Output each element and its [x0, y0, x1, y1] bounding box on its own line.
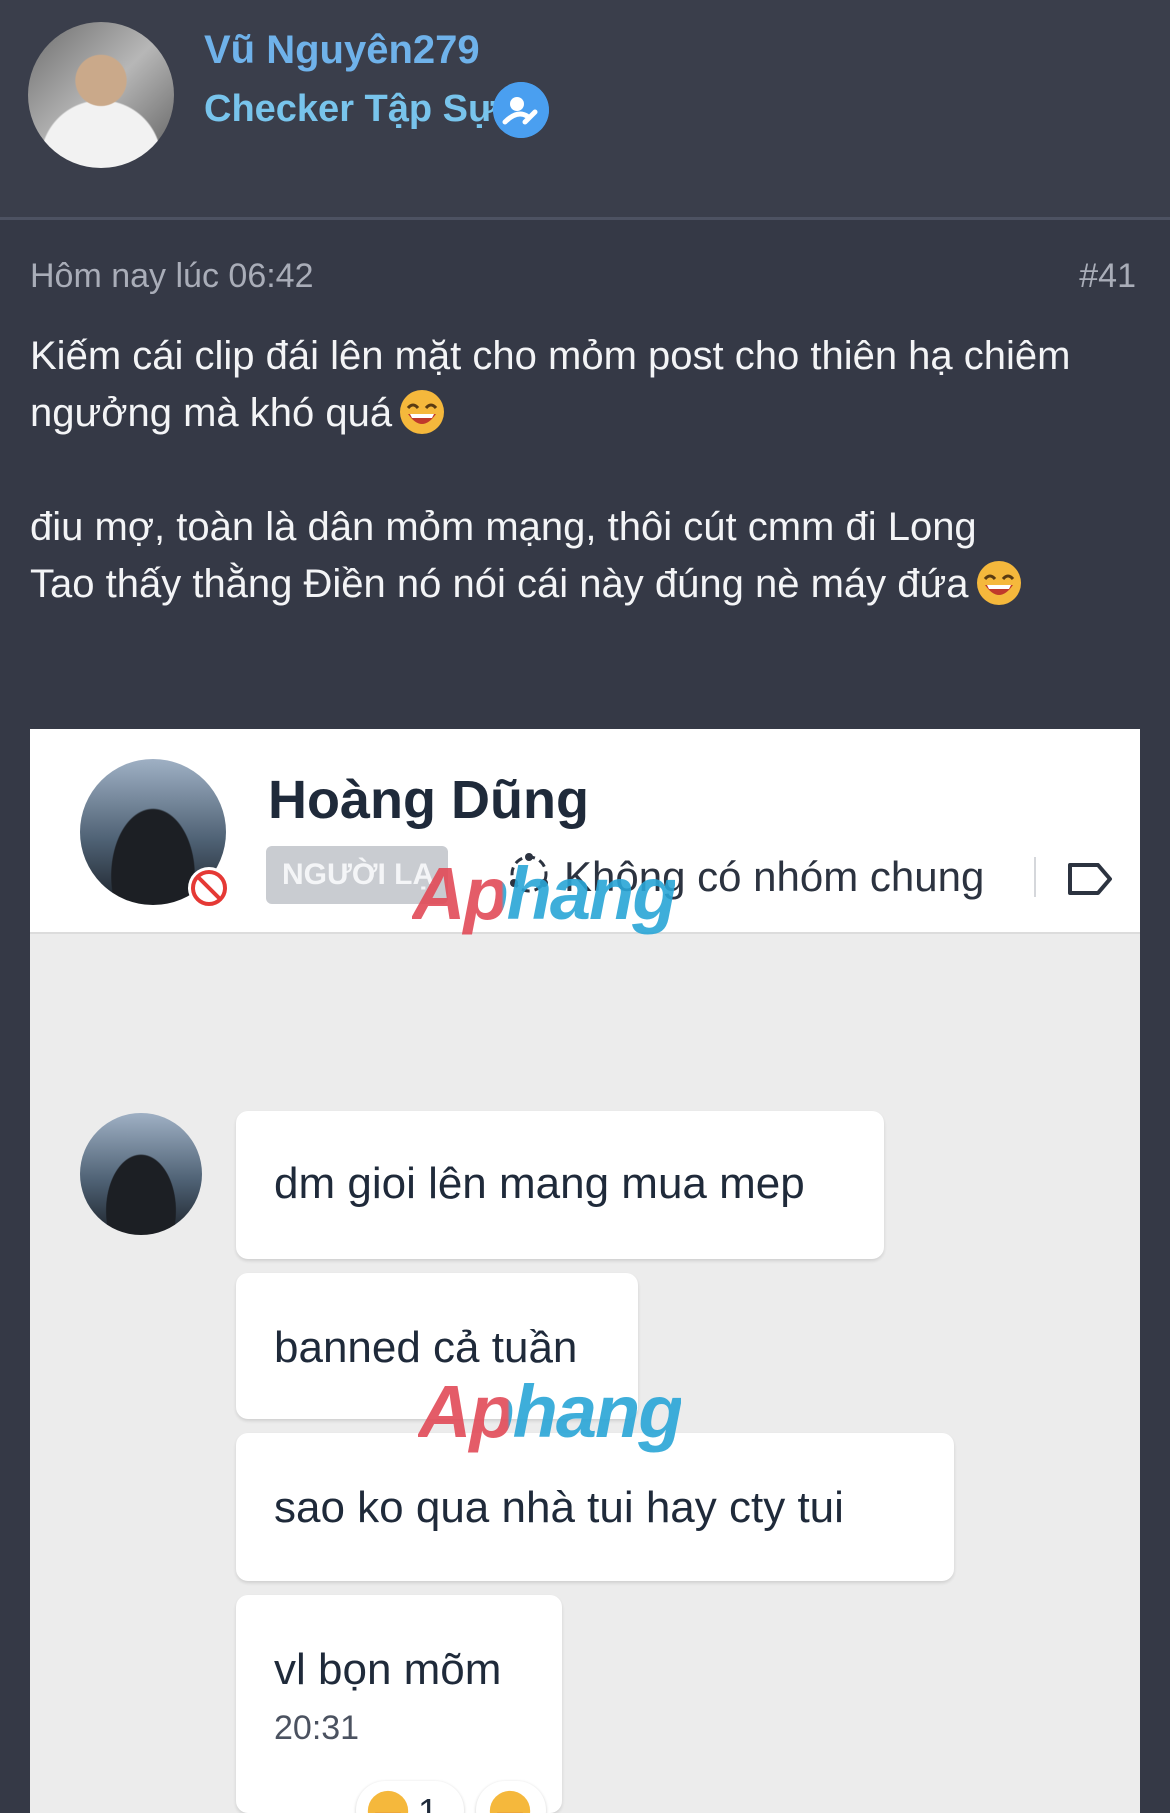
message-reactions: 1: [356, 1781, 556, 1813]
laughing-emoji-icon: [400, 390, 445, 434]
post-author-header: Vũ Nguyên279 Checker Tập Sự: [0, 0, 1170, 220]
contact-name: Hoàng Dũng: [268, 770, 589, 830]
watermark: Aphang: [418, 1370, 683, 1453]
laughing-emoji-icon: [367, 1790, 409, 1813]
message-text: sao ko qua nhà tui hay cty tui: [274, 1483, 844, 1532]
author-username[interactable]: Vũ Nguyên279: [204, 28, 480, 73]
message-text: banned cả tuần: [274, 1323, 578, 1372]
post-timestamp[interactable]: Hôm nay lúc 06:42: [30, 257, 314, 296]
tag-icon: [1068, 863, 1112, 895]
message-bubble: dm gioi lên mang mua mep: [236, 1111, 884, 1259]
message-text: dm gioi lên mang mua mep: [274, 1159, 805, 1208]
message-time: 20:31: [274, 1709, 360, 1747]
post-line-with-emoji: Tao thấy thằng Điền nó nói cái này đúng …: [30, 556, 1140, 613]
post-line: Kiếm cái clip đái lên mặt cho mỏm post c…: [30, 334, 1071, 378]
message-text: vl bọn mõm: [274, 1645, 502, 1694]
post-body: Kiếm cái clip đái lên mặt cho mỏm post c…: [30, 328, 1140, 613]
verified-edit-icon: [493, 82, 549, 138]
reaction-count-pill: 1: [356, 1781, 464, 1813]
laughing-emoji-icon: [976, 561, 1021, 605]
header-divider: [1034, 857, 1036, 897]
add-reaction-pill: [476, 1781, 546, 1813]
watermark: Aphang: [412, 852, 677, 935]
sender-avatar: [80, 1113, 202, 1235]
post-line: Tao thấy thằng Điền nó nói cái này đúng …: [30, 562, 969, 606]
post-line-with-emoji: ngưởng mà khó quá: [30, 385, 1140, 442]
reaction-count: 1: [418, 1791, 439, 1813]
message-bubble: sao ko qua nhà tui hay cty tui: [236, 1433, 954, 1581]
attached-image[interactable]: Hoàng Dũng NGƯỜI LẠ Không có nhóm chung …: [30, 729, 1140, 1813]
post-number[interactable]: #41: [1079, 257, 1136, 296]
post-line: điu mợ, toàn là dân mỏm mạng, thôi cút c…: [30, 505, 977, 549]
author-avatar[interactable]: [28, 22, 174, 168]
blocked-icon: [188, 867, 230, 909]
laughing-emoji-icon: [489, 1790, 531, 1813]
post-line: ngưởng mà khó quá: [30, 391, 393, 435]
author-title: Checker Tập Sự: [204, 88, 496, 130]
